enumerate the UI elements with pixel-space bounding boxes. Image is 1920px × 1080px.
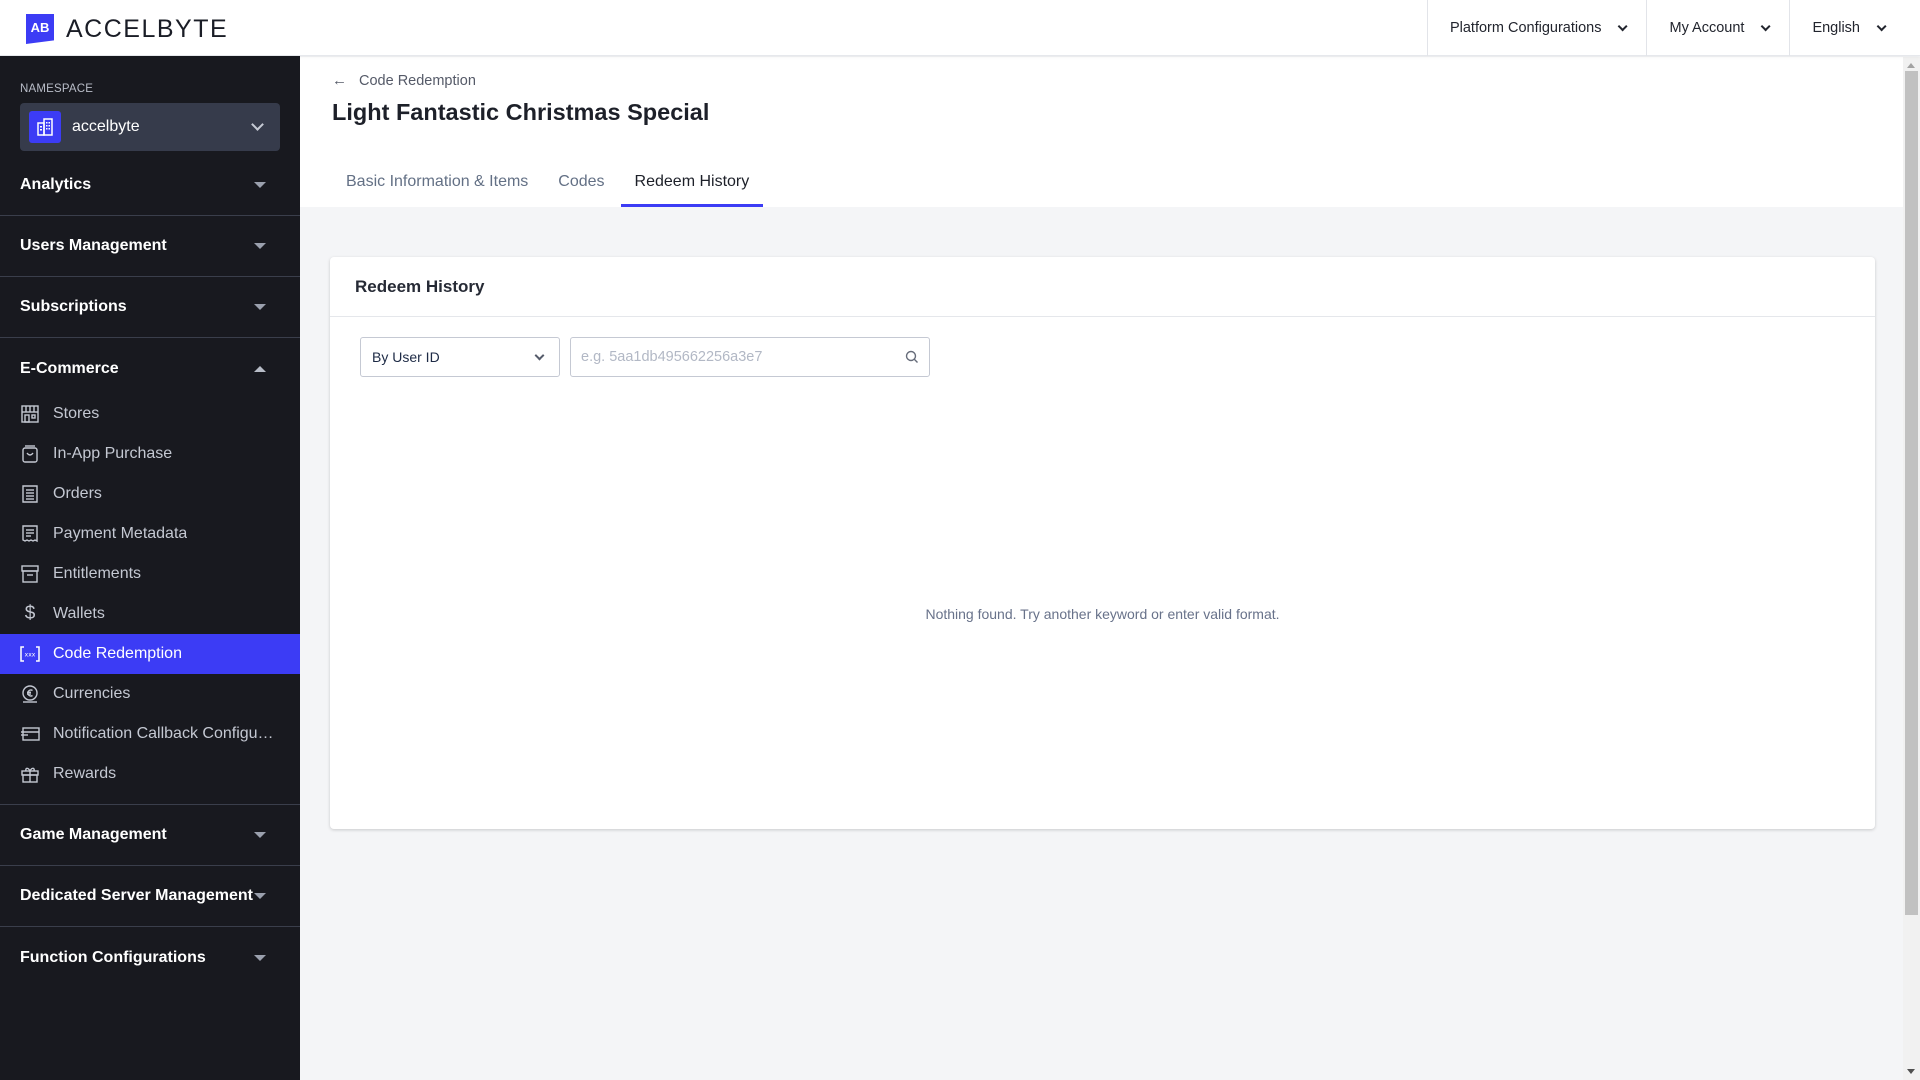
sidebar-group-subscriptions[interactable]: Subscriptions (0, 277, 300, 338)
sidebar-group-users-management[interactable]: Users Management (0, 216, 300, 277)
sidebar-item-label: Code Redemption (53, 645, 182, 662)
my-account-label: My Account (1669, 20, 1745, 36)
sidebar-item-code-redemption[interactable]: xxx Code Redemption (0, 634, 300, 674)
sidebar-item-stores[interactable]: Stores (0, 394, 300, 434)
gift-icon (20, 764, 40, 784)
shopping-bag-icon (20, 444, 40, 464)
sidebar-item-entitlements[interactable]: Entitlements (0, 554, 300, 594)
sidebar-group-label: Game Management (20, 826, 167, 843)
page-header: ← Code Redemption Light Fantastic Christ… (300, 57, 1903, 207)
sidebar-item-label: Payment Metadata (53, 525, 188, 542)
namespace-select[interactable]: accelbyte (20, 103, 280, 151)
receipt-icon (20, 484, 40, 504)
page-scrollbar[interactable] (1903, 57, 1920, 1080)
tab-basic-information[interactable]: Basic Information & Items (332, 157, 542, 207)
code-brackets-icon: xxx (20, 644, 40, 664)
tab-redeem-history[interactable]: Redeem History (620, 157, 764, 207)
svg-text:xxx: xxx (25, 652, 36, 659)
language-menu[interactable]: English (1789, 0, 1905, 56)
platform-configurations-label: Platform Configurations (1449, 20, 1602, 36)
sidebar-item-in-app-purchase[interactable]: In-App Purchase (0, 434, 300, 474)
logo-mark-icon: AB (26, 14, 54, 44)
tab-bar: Basic Information & Items Codes Redeem H… (332, 157, 765, 207)
sidebar-group-function-configurations[interactable]: Function Configurations (0, 927, 300, 988)
language-label: English (1812, 20, 1860, 36)
namespace-label: NAMESPACE (20, 83, 94, 95)
document-icon (20, 524, 40, 544)
chevron-down-icon (1618, 20, 1629, 31)
currency-coin-icon (20, 684, 40, 704)
sidebar-item-label: Notification Callback Configurations (53, 725, 278, 742)
search-input[interactable] (581, 349, 891, 365)
sidebar-item-label: Wallets (53, 605, 105, 622)
sidebar-group-label: Users Management (20, 237, 167, 254)
sidebar-item-currencies[interactable]: Currencies (0, 674, 300, 714)
page-title: Light Fantastic Christmas Special (332, 99, 710, 125)
sidebar-item-orders[interactable]: Orders (0, 474, 300, 514)
sidebar-item-payment-metadata[interactable]: Payment Metadata (0, 514, 300, 554)
scroll-down-arrow-icon[interactable] (1907, 1069, 1915, 1074)
search-field (570, 337, 930, 377)
search-icon[interactable] (905, 350, 919, 364)
sidebar-item-label: Entitlements (53, 565, 142, 582)
chevron-down-icon (534, 350, 545, 361)
caret-down-icon (254, 182, 266, 188)
sidebar-item-label: In-App Purchase (53, 445, 173, 462)
sidebar-group-analytics[interactable]: Analytics (0, 155, 300, 216)
my-account-menu[interactable]: My Account (1646, 0, 1789, 56)
sidebar-item-label: Rewards (53, 765, 117, 782)
sidebar-group-label: Dedicated Server Management (20, 887, 253, 904)
caret-down-icon (254, 832, 266, 838)
caret-down-icon (254, 954, 266, 961)
sidebar-group-game-management[interactable]: Game Management (0, 805, 300, 866)
filter-type-select[interactable]: By User ID (360, 337, 560, 377)
caret-down-icon (254, 304, 266, 310)
sidebar-group-e-commerce[interactable]: E-Commerce (0, 338, 300, 399)
card-callback-icon (20, 724, 40, 744)
platform-configurations-menu[interactable]: Platform Configurations (1426, 0, 1647, 56)
arrow-left-icon: ← (332, 72, 347, 89)
sidebar-group-label: E-Commerce (20, 359, 119, 377)
sidebar-item-wallets[interactable]: $ Wallets (0, 594, 300, 634)
accelbyte-logo[interactable]: AB ACCELBYTE (26, 14, 228, 44)
chevron-down-icon (1761, 20, 1772, 31)
back-link[interactable]: ← Code Redemption (332, 72, 476, 89)
sidebar-item-label: Orders (53, 485, 102, 502)
chevron-down-icon (1876, 20, 1887, 31)
sidebar-group-label: Subscriptions (20, 298, 127, 315)
filter-type-value: By User ID (372, 349, 440, 365)
scroll-up-arrow-icon[interactable] (1907, 63, 1915, 68)
top-menu: Platform Configurations My Account Engli… (1426, 0, 1905, 56)
card-title: Redeem History (355, 277, 485, 296)
back-link-label: Code Redemption (359, 72, 476, 89)
logo-text: ACCELBYTE (66, 14, 229, 43)
redeem-history-card: Redeem History By User ID Nothing found.… (330, 257, 1875, 829)
sidebar-item-notification-callback[interactable]: Notification Callback Configurations (0, 714, 300, 754)
store-icon (20, 404, 40, 424)
caret-up-icon (254, 365, 266, 372)
sidebar-group-label: Function Configurations (20, 948, 206, 966)
sidebar-item-label: Currencies (53, 685, 131, 702)
caret-down-icon (254, 243, 266, 249)
sidebar: NAMESPACE accelbyte Analytics Users Mana… (0, 56, 300, 1080)
chevron-down-icon (251, 118, 264, 131)
sidebar-group-dedicated-server-management[interactable]: Dedicated Server Management (0, 866, 300, 927)
building-icon (29, 111, 61, 143)
sidebar-group-label: Analytics (20, 176, 92, 193)
scrollbar-thumb[interactable] (1905, 71, 1918, 915)
caret-down-icon (254, 893, 266, 899)
dollar-icon: $ (24, 603, 36, 624)
sidebar-item-label: Stores (53, 405, 100, 422)
card-divider (330, 316, 1875, 317)
sidebar-item-rewards[interactable]: Rewards (0, 754, 300, 794)
empty-state-message: Nothing found. Try another keyword or en… (925, 606, 1280, 622)
archive-icon (20, 564, 40, 584)
tab-codes[interactable]: Codes (544, 157, 618, 207)
namespace-value: accelbyte (72, 118, 140, 135)
top-header: AB ACCELBYTE Platform Configurations My … (0, 0, 1920, 56)
